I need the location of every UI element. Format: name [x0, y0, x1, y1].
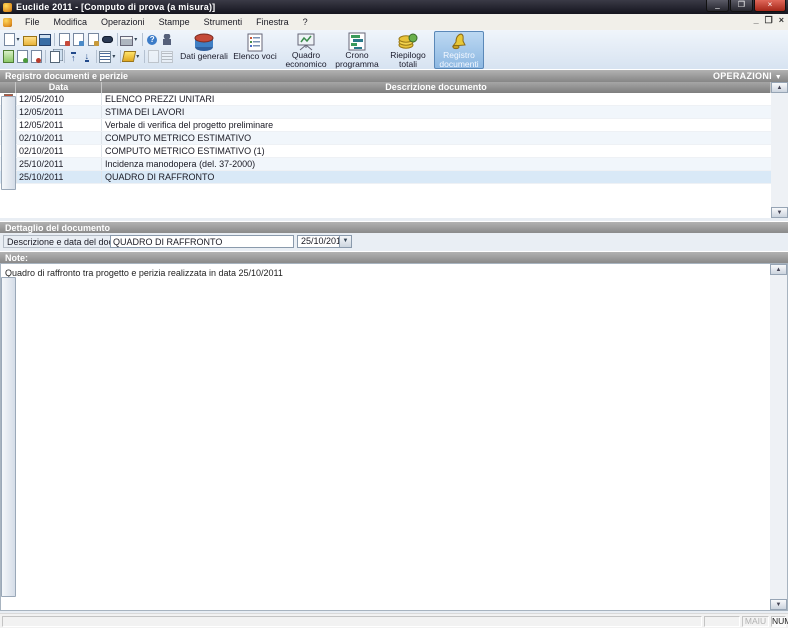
caps-lock-indicator: MAIU [742, 616, 769, 627]
registry-title: Registro documenti e perizie [5, 71, 128, 81]
table-header: Data Descrizione documento [0, 82, 771, 93]
new-dropdown-icon[interactable]: ▾ [17, 36, 23, 43]
small-toolbar: ▾ ▾ ? ↑ [2, 31, 174, 65]
bar-chart-icon [345, 32, 369, 51]
table-row[interactable]: 02/10/2011 COMPUTO METRICO ESTIMATIVO (1… [0, 145, 771, 158]
bell-icon [447, 32, 471, 51]
table-row[interactable]: 02/10/2011 COMPUTO METRICO ESTIMATIVO [0, 132, 771, 145]
table-row[interactable]: 12/05/2011 STIMA DEI LAVORI [0, 106, 771, 119]
menu-stampe[interactable]: Stampe [152, 15, 197, 29]
num-lock-indicator: NUM [771, 616, 786, 627]
new-document-icon[interactable] [3, 33, 17, 47]
list-view-icon[interactable] [99, 50, 112, 64]
menu-bar: File Modifica Operazioni Stampe Strument… [0, 14, 788, 31]
date-column-header[interactable]: Data [16, 82, 102, 93]
mdi-close-button[interactable]: × [779, 15, 784, 26]
notes-scroll-down-button[interactable]: ▼ [770, 599, 787, 610]
replace-icon[interactable] [86, 33, 100, 47]
navigation-buttons: Dati generali Elenco voci Quadro economi… [179, 31, 485, 69]
date-combobox[interactable]: 25/10/2011 ▼ [297, 235, 352, 248]
description-column-header[interactable]: Descrizione documento [102, 82, 771, 93]
coins-icon [396, 32, 420, 51]
table-row-selected[interactable]: 25/10/2011 QUADRO DI RAFFRONTO [0, 171, 771, 184]
highlight-dropdown-icon[interactable]: ▾ [136, 53, 141, 60]
add-document-icon[interactable] [16, 50, 29, 64]
menu-operazioni[interactable]: Operazioni [94, 15, 152, 29]
description-input[interactable]: QUADRO DI RAFFRONTO [110, 235, 294, 248]
open-icon[interactable] [23, 33, 37, 47]
insert-document-icon[interactable] [3, 50, 16, 64]
table-scrollbar-thumb[interactable] [1, 96, 16, 190]
nav-dati-generali-button[interactable]: Dati generali [179, 31, 229, 69]
nav-registro-documenti-button[interactable]: Registro documenti [434, 31, 484, 69]
window-title: Euclide 2011 - [Computo di prova (a misu… [16, 2, 215, 12]
find-icon[interactable] [101, 33, 115, 47]
toolbar: ▾ ▾ ? ↑ [0, 30, 788, 70]
print-dropdown-icon[interactable]: ▾ [134, 36, 140, 43]
disabled-tool-icon-2 [161, 50, 174, 64]
table-scroll-up-button[interactable]: ▲ [771, 82, 788, 93]
save-icon[interactable] [38, 33, 52, 47]
status-bar: MAIU NUM [0, 613, 788, 628]
table-row[interactable]: 12/05/2010 ELENCO PREZZI UNITARI [0, 93, 771, 106]
detail-row: Descrizione e data del documento: QUADRO… [0, 233, 788, 251]
help-icon[interactable]: ? [145, 33, 159, 47]
menu-file[interactable]: File [18, 15, 47, 29]
application-window: Euclide 2011 - [Computo di prova (a misu… [0, 0, 788, 628]
status-extra-panel [704, 616, 740, 627]
minimize-button[interactable]: _ [706, 0, 729, 12]
notes-scrollbar-thumb[interactable] [1, 277, 16, 597]
easel-icon [294, 32, 318, 51]
paste-icon[interactable] [57, 33, 71, 47]
list-dropdown-icon[interactable]: ▾ [112, 53, 117, 60]
menu-modifica[interactable]: Modifica [47, 15, 95, 29]
close-button[interactable]: × [754, 0, 786, 12]
move-top-icon[interactable]: ↑ [67, 50, 80, 64]
date-dropdown-icon[interactable]: ▼ [339, 236, 351, 247]
notes-scroll-up-button[interactable]: ▲ [770, 264, 787, 275]
nav-quadro-economico-button[interactable]: Quadro economico [281, 31, 331, 69]
notes-textarea[interactable]: Quadro di raffronto tra progetto e periz… [0, 263, 788, 611]
list-page-icon [243, 32, 267, 52]
table-row[interactable]: 12/05/2011 Verbale di verifica del proge… [0, 119, 771, 132]
menu-finestra[interactable]: Finestra [249, 15, 296, 29]
nav-riepilogo-totali-button[interactable]: Riepilogo totali [383, 31, 433, 69]
status-message-panel [2, 616, 702, 627]
app-icon [3, 3, 12, 12]
notes-text: Quadro di raffronto tra progetto e periz… [1, 264, 787, 283]
nav-elenco-voci-button[interactable]: Elenco voci [230, 31, 280, 69]
user-icon[interactable] [160, 33, 174, 47]
notes-scrollbar-track[interactable] [770, 275, 787, 599]
copy-icon[interactable] [72, 33, 86, 47]
mdi-minimize-button[interactable]: _ [754, 15, 759, 26]
menu-strumenti[interactable]: Strumenti [197, 15, 250, 29]
title-bar: Euclide 2011 - [Computo di prova (a misu… [0, 0, 788, 14]
lock-document-icon[interactable] [30, 50, 43, 64]
table-scrollbar-track[interactable] [771, 93, 788, 207]
database-icon [192, 32, 216, 52]
print-icon[interactable] [120, 33, 134, 47]
duplicate-icon[interactable] [48, 50, 61, 64]
restore-button[interactable]: ❐ [730, 0, 753, 12]
menu-help[interactable]: ? [296, 15, 315, 29]
document-table: 12/05/2010 ELENCO PREZZI UNITARI 12/05/2… [0, 93, 771, 218]
chevron-down-icon: ▼ [775, 74, 782, 81]
nav-crono-programma-button[interactable]: Crono programma [332, 31, 382, 69]
document-app-icon [3, 18, 12, 27]
icon-column-header [0, 82, 16, 93]
highlight-icon[interactable] [123, 50, 136, 64]
move-bottom-icon[interactable]: ↓ [81, 50, 94, 64]
registry-section-header: Registro documenti e perizie OPERAZIONI … [0, 69, 788, 82]
table-scroll-down-button[interactable]: ▼ [771, 207, 788, 218]
mdi-restore-button[interactable]: ❐ [765, 15, 773, 26]
disabled-tool-icon [147, 50, 160, 64]
table-row[interactable]: 25/10/2011 Incidenza manodopera (del. 37… [0, 158, 771, 171]
